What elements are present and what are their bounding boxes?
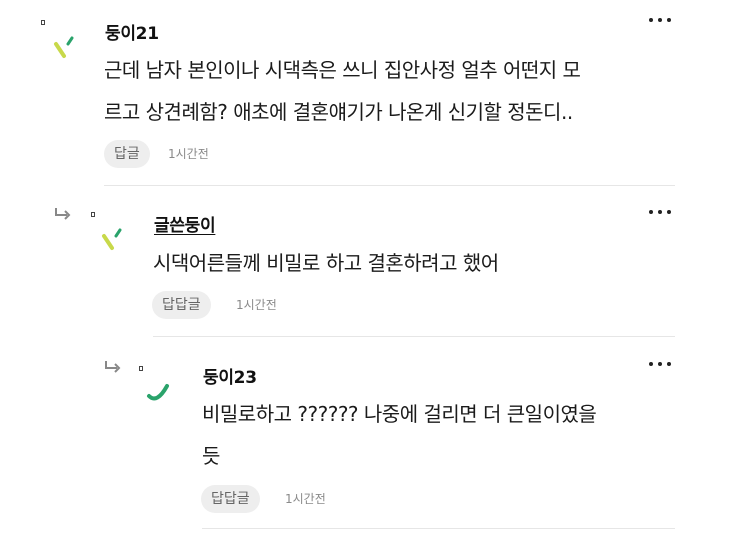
more-options-icon[interactable] bbox=[649, 207, 671, 217]
comment-time: 1시간전 bbox=[168, 147, 209, 161]
reply-button[interactable]: 답답글 bbox=[152, 291, 211, 319]
comment-text-line: 근데 남자 본인이나 시댁측은 쓰니 집안사정 얼추 어떤지 모 bbox=[104, 58, 581, 82]
reply-arrow-icon bbox=[55, 208, 71, 220]
comment-time: 1시간전 bbox=[285, 492, 326, 506]
comment-nickname[interactable]: 둥이23 bbox=[203, 363, 257, 388]
comment-nickname[interactable]: 둥이21 bbox=[105, 19, 159, 44]
reply-button[interactable]: 답답글 bbox=[201, 485, 260, 513]
comment-text-line: 르고 상견례함? 애초에 결혼얘기가 나온게 신기할 정돈디.. bbox=[104, 100, 573, 124]
more-options-icon[interactable] bbox=[649, 15, 671, 25]
divider bbox=[202, 528, 675, 529]
comment-text-line: 비밀로하고 ?????? 나중에 걸리면 더 큰일이였을 bbox=[202, 402, 597, 426]
comment-time: 1시간전 bbox=[236, 298, 277, 312]
avatar-badge-icon bbox=[91, 212, 95, 217]
avatar-icon[interactable] bbox=[143, 374, 183, 414]
comment-text-line: 듯 bbox=[202, 444, 220, 468]
avatar-icon[interactable] bbox=[98, 222, 138, 262]
divider bbox=[104, 185, 675, 186]
avatar-badge-icon bbox=[41, 20, 45, 25]
comment-nickname[interactable]: 글쓴둥이 bbox=[154, 211, 216, 236]
reply-button[interactable]: 답글 bbox=[104, 140, 150, 168]
avatar-badge-icon bbox=[139, 366, 143, 371]
more-options-icon[interactable] bbox=[649, 359, 671, 369]
comment-text-line: 시댁어른들께 비밀로 하고 결혼하려고 했어 bbox=[153, 251, 499, 275]
avatar-icon[interactable] bbox=[50, 30, 90, 70]
divider bbox=[153, 336, 675, 337]
reply-arrow-icon bbox=[105, 361, 121, 373]
